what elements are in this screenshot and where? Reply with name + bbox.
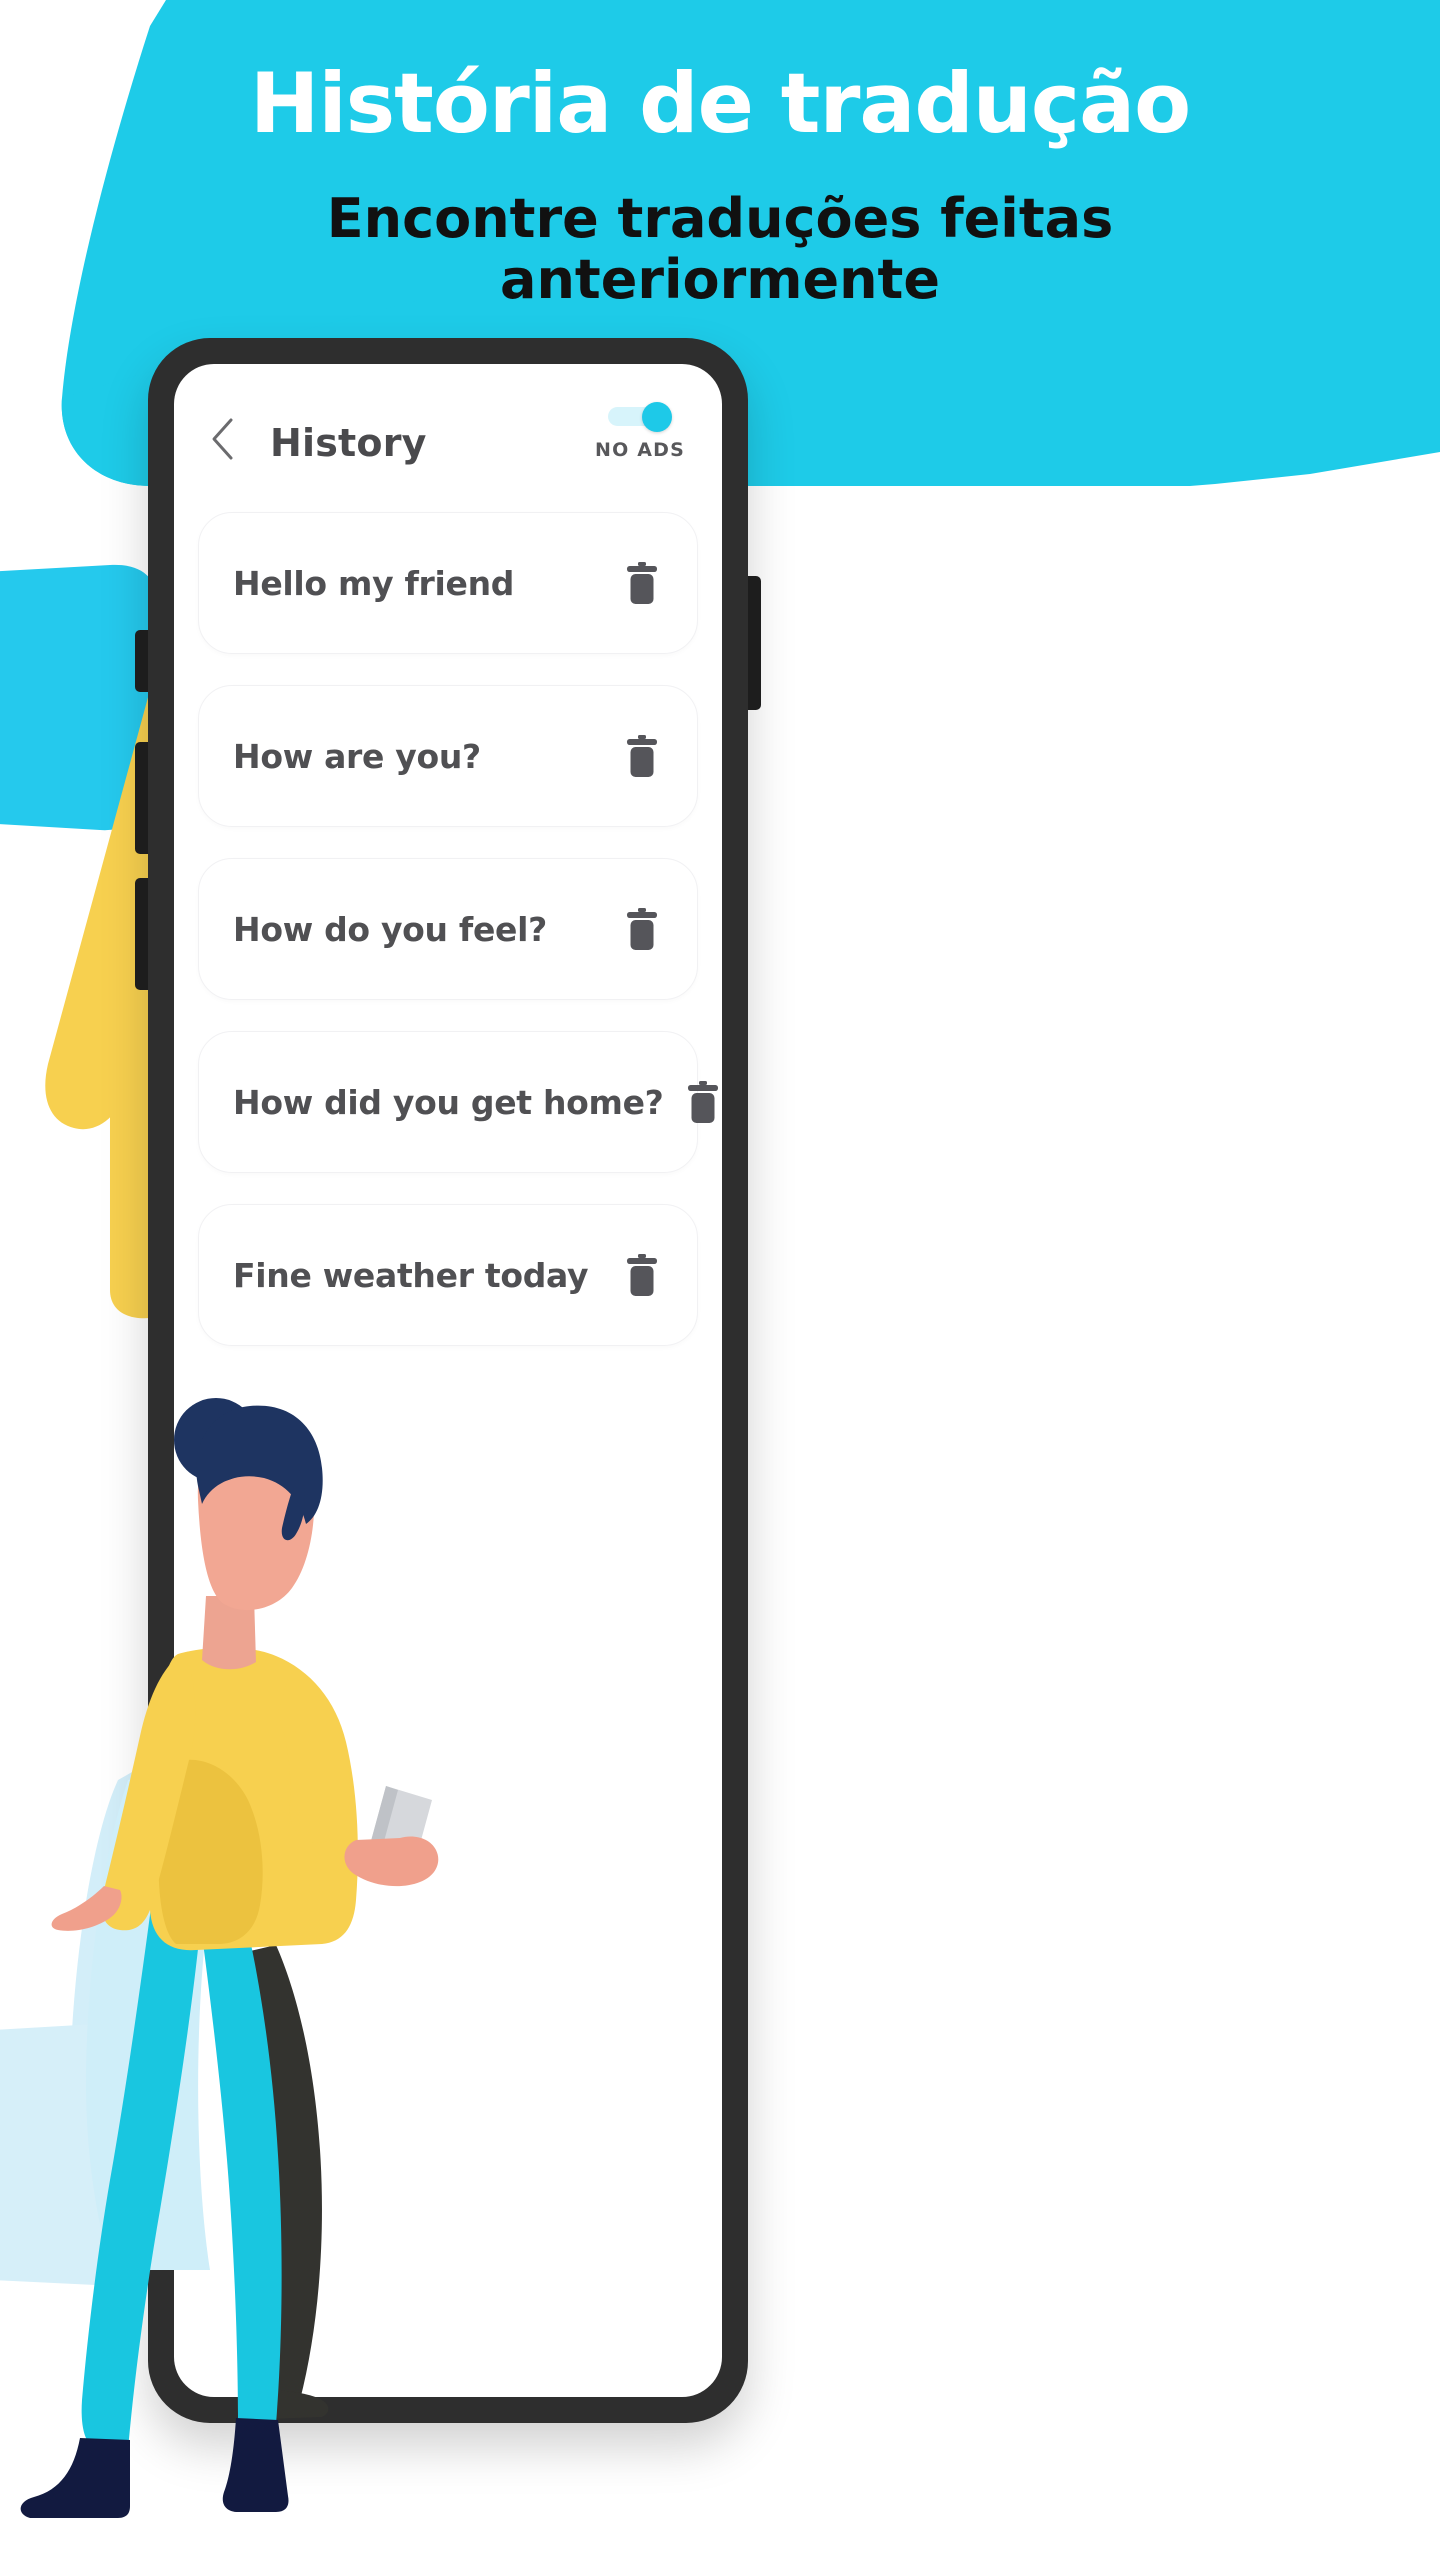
delete-history-button[interactable]	[603, 717, 681, 795]
phone-power-button[interactable]	[748, 576, 761, 710]
trash-icon	[687, 1081, 718, 1123]
delete-history-button[interactable]	[603, 544, 681, 622]
list-item[interactable]: Fine weather today	[198, 1204, 698, 1346]
toggle-knob	[642, 402, 672, 432]
promo-screenshot: História de tradução Encontre traduções …	[0, 0, 1440, 2560]
history-list: Hello my friend How are you? How do you …	[174, 512, 722, 1346]
chevron-left-icon	[212, 418, 233, 460]
list-item[interactable]: How are you?	[198, 685, 698, 827]
phone-volume-up-button[interactable]	[135, 742, 148, 854]
history-item-text: Fine weather today	[233, 1255, 589, 1295]
trash-icon	[627, 1254, 657, 1296]
no-ads-control: NO ADS	[580, 402, 700, 461]
trash-icon	[627, 562, 657, 604]
history-item-text: Hello my friend	[233, 563, 515, 603]
list-item[interactable]: How did you get home?	[198, 1031, 718, 1173]
history-item-text: How are you?	[233, 736, 481, 776]
delete-history-button[interactable]	[603, 890, 681, 968]
delete-history-button[interactable]	[664, 1063, 722, 1141]
trash-icon	[627, 908, 657, 950]
history-item-text: How did you get home?	[233, 1082, 664, 1122]
delete-history-button[interactable]	[603, 1236, 681, 1314]
phone-screen: History NO ADS Hello my friend How are y…	[174, 364, 722, 2397]
history-item-text: How do you feel?	[233, 909, 547, 949]
app-bar: History NO ADS	[174, 364, 722, 512]
phone-mockup: History NO ADS Hello my friend How are y…	[135, 338, 761, 2423]
no-ads-label: NO ADS	[594, 439, 686, 461]
no-ads-toggle[interactable]	[608, 402, 672, 432]
back-button[interactable]	[196, 412, 250, 466]
list-item[interactable]: How do you feel?	[198, 858, 698, 1000]
trash-icon	[627, 735, 657, 777]
list-item[interactable]: Hello my friend	[198, 512, 698, 654]
phone-volume-down-button[interactable]	[135, 878, 148, 990]
page-title: History	[270, 421, 427, 465]
pale-blue-square-bottom	[0, 2021, 171, 2287]
phone-mute-button[interactable]	[135, 630, 148, 692]
